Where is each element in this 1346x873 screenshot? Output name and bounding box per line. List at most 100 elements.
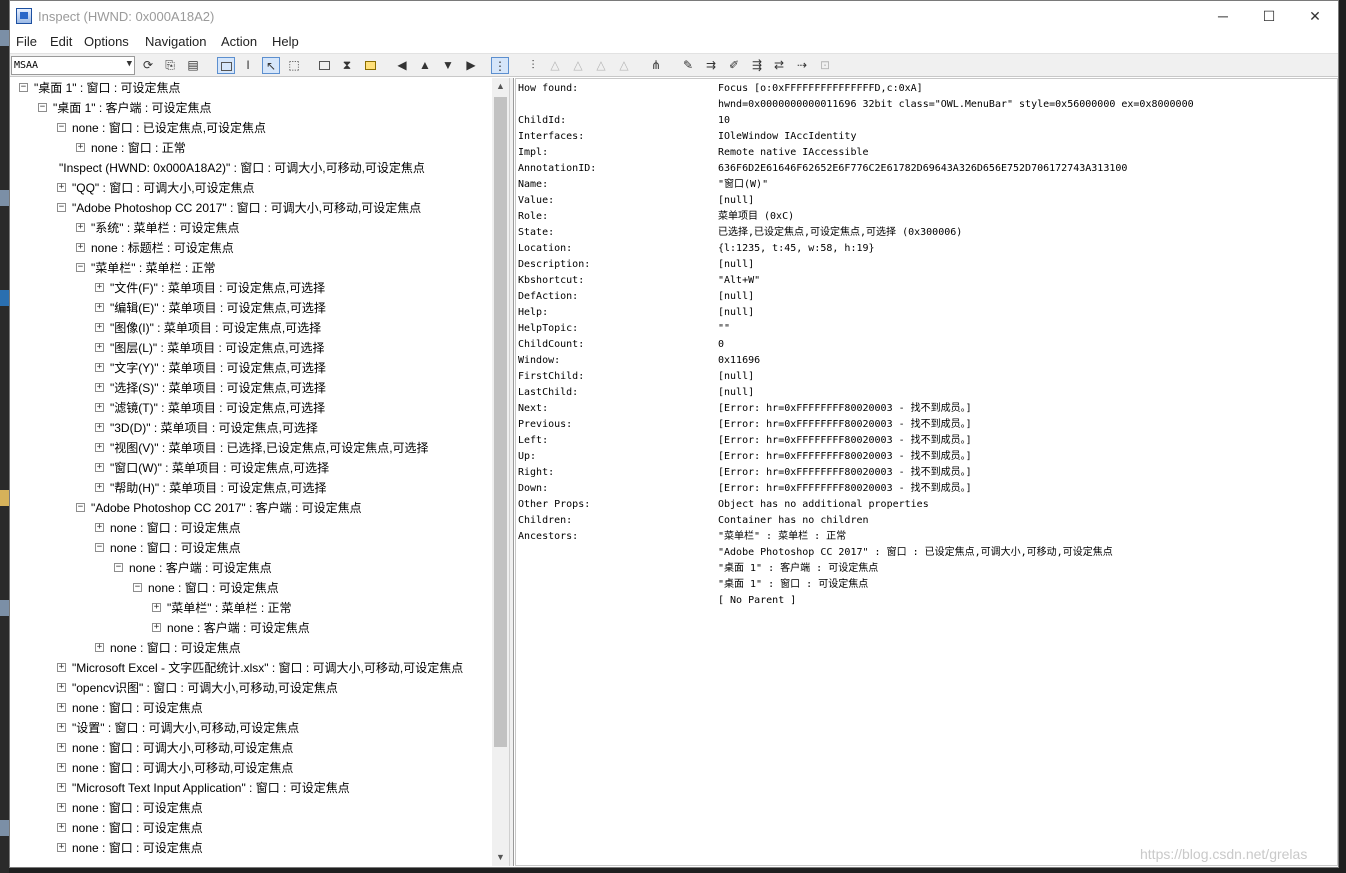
tree-pane[interactable]: − "桌面 1" : 窗口 : 可设定焦点 − "桌面 1" : 客户端 : 可设定焦… [11, 78, 509, 866]
expand-icon[interactable]: + [76, 243, 85, 253]
tree-node[interactable]: + "图像(I)" : 菜单项目 : 可设定焦点,可选择 [95, 318, 321, 338]
expand-icon[interactable]: + [95, 423, 104, 433]
tree-node[interactable]: − none : 窗口 : 可设定焦点 [133, 578, 279, 598]
navigate-right-icon[interactable]: ▶ [462, 57, 480, 74]
tree-node[interactable]: + none : 窗口 : 可设定焦点 [95, 518, 241, 538]
expand-icon[interactable]: + [57, 663, 66, 673]
tree-node[interactable]: + "3D(D)" : 菜单项目 : 可设定焦点,可选择 [95, 418, 318, 438]
expand-icon[interactable]: + [76, 223, 85, 233]
navigate-next-icon[interactable]: △ [592, 57, 610, 74]
collapse-icon[interactable]: − [57, 123, 66, 133]
expand-icon[interactable]: + [57, 803, 66, 813]
tree-node[interactable]: + "视图(V)" : 菜单项目 : 已选择,已设定焦点,可设定焦点,可选择 [95, 438, 429, 458]
tree-view-icon[interactable]: ⋮ [491, 57, 509, 74]
tree-node[interactable]: + "QQ" : 窗口 : 可调大小,可设定焦点 [57, 178, 255, 198]
tree-node[interactable]: + none : 窗口 : 可设定焦点 [57, 818, 203, 838]
tree-node[interactable]: + "选择(S)" : 菜单项目 : 可设定焦点,可选择 [95, 378, 326, 398]
expand-icon[interactable]: + [57, 703, 66, 713]
expand-icon[interactable]: + [95, 343, 104, 353]
remove-selection-icon[interactable]: ⇄ [770, 57, 788, 74]
tree-node[interactable]: + none : 窗口 : 可设定焦点 [95, 638, 241, 658]
title-bar[interactable]: Inspect (HWND: 0x000A18A2) ─ ☐ ✕ [10, 1, 1338, 32]
tree-node[interactable]: + "帮助(H)" : 菜单项目 : 可设定焦点,可选择 [95, 478, 327, 498]
tree-node[interactable]: − "菜单栏" : 菜单栏 : 正常 [76, 258, 216, 278]
tree-node[interactable]: + "文件(F)" : 菜单项目 : 可设定焦点,可选择 [95, 278, 325, 298]
mode-select[interactable]: MSAA ▼ [11, 56, 135, 75]
expand-icon[interactable]: + [57, 183, 66, 193]
tree-node[interactable]: + none : 窗口 : 可设定焦点 [57, 838, 203, 858]
toggle-selection-icon[interactable]: ⊡ [816, 57, 834, 74]
tree-node[interactable]: − none : 窗口 : 可设定焦点 [95, 538, 241, 558]
expand-icon[interactable]: + [95, 303, 104, 313]
set-focus-icon[interactable]: ✐ [725, 57, 743, 74]
watch-focus-icon[interactable] [217, 57, 235, 74]
navigate-first-child-icon[interactable]: △ [546, 57, 564, 74]
collapse-icon[interactable]: − [76, 503, 85, 513]
tree-node[interactable]: + "Microsoft Text Input Application" : 窗口… [57, 778, 350, 798]
show-tooltip-icon[interactable] [361, 57, 379, 74]
collapse-icon[interactable]: − [19, 83, 28, 93]
menu-navigation[interactable]: Navigation [145, 34, 206, 49]
show-highlight-icon[interactable]: ⬚ [285, 57, 303, 74]
scroll-down-icon[interactable]: ▼ [492, 849, 509, 866]
scrollbar-thumb[interactable] [494, 97, 507, 747]
properties-pane[interactable]: How found: Focus [o:0xFFFFFFFFFFFFFFFD,c:… [515, 78, 1338, 866]
tree-node[interactable]: + "系统" : 菜单栏 : 可设定焦点 [76, 218, 240, 238]
tree-node[interactable]: + none : 窗口 : 可调大小,可移动,可设定焦点 [57, 758, 293, 778]
tree-node[interactable]: + "窗口(W)" : 菜单项目 : 可设定焦点,可选择 [95, 458, 329, 478]
add-selection-icon[interactable]: ⇶ [748, 57, 766, 74]
navigate-left-icon[interactable]: ◀ [393, 57, 411, 74]
close-button[interactable]: ✕ [1292, 1, 1338, 31]
expand-icon[interactable]: + [57, 683, 66, 693]
collapse-icon[interactable]: − [114, 563, 123, 573]
tree-node[interactable]: + "设置" : 窗口 : 可调大小,可移动,可设定焦点 [57, 718, 299, 738]
tree-node[interactable]: + none : 窗口 : 可调大小,可移动,可设定焦点 [57, 738, 293, 758]
expand-icon[interactable]: + [95, 463, 104, 473]
collapse-icon[interactable]: − [57, 203, 66, 213]
tree-node[interactable]: + none : 客户端 : 可设定焦点 [152, 618, 310, 638]
expand-icon[interactable]: + [152, 603, 161, 613]
expand-icon[interactable]: + [95, 443, 104, 453]
tree-node[interactable]: + "opencv识图" : 窗口 : 可调大小,可移动,可设定焦点 [57, 678, 338, 698]
tree-node[interactable]: + none : 标题栏 : 可设定焦点 [76, 238, 234, 258]
menu-edit[interactable]: Edit [50, 34, 72, 49]
tree-node[interactable]: + none : 窗口 : 正常 [76, 138, 186, 158]
maximize-button[interactable]: ☐ [1246, 1, 1292, 31]
tree-node[interactable]: + "Microsoft Excel - 文字匹配统计.xlsx" : 窗口 : … [57, 658, 463, 678]
expand-icon[interactable]: + [95, 643, 104, 653]
expand-icon[interactable]: + [57, 723, 66, 733]
tree-node[interactable]: − none : 窗口 : 已设定焦点,可设定焦点 [57, 118, 266, 138]
tree-node[interactable]: + "菜单栏" : 菜单栏 : 正常 [152, 598, 292, 618]
expand-icon[interactable]: + [95, 523, 104, 533]
menu-options[interactable]: Options [84, 34, 129, 49]
pane-splitter[interactable] [509, 78, 514, 866]
refresh-icon[interactable]: ⟳ [139, 57, 157, 74]
tree-node[interactable]: "Inspect (HWND: 0x000A18A2)" : 窗口 : 可调大小… [57, 158, 425, 178]
expand-icon[interactable]: + [57, 763, 66, 773]
menu-file[interactable]: File [16, 34, 37, 49]
expand-icon[interactable]: + [95, 283, 104, 293]
copy-icon[interactable]: ⎘ [161, 57, 179, 74]
navigate-previous-icon[interactable]: △ [569, 57, 587, 74]
tree-node[interactable]: − "Adobe Photoshop CC 2017" : 客户端 : 可设定焦点 [76, 498, 362, 518]
watch-caret-icon[interactable]: I [239, 57, 257, 74]
collapse-icon[interactable]: − [95, 543, 104, 553]
scroll-up-icon[interactable]: ▲ [492, 78, 509, 95]
collapse-icon[interactable]: − [76, 263, 85, 273]
menu-help[interactable]: Help [272, 34, 299, 49]
show-rectangle-icon[interactable] [315, 57, 333, 74]
expand-icon[interactable]: + [95, 323, 104, 333]
expand-icon[interactable]: + [76, 143, 85, 153]
tree-node[interactable]: + none : 窗口 : 可设定焦点 [57, 698, 203, 718]
navigate-parent-icon[interactable]: ⫶ [524, 57, 542, 74]
expand-icon[interactable]: + [152, 623, 161, 633]
tree-node[interactable]: − "Adobe Photoshop CC 2017" : 窗口 : 可调大小,可… [57, 198, 421, 218]
properties-icon[interactable]: ▤ [184, 57, 202, 74]
collapse-icon[interactable]: − [38, 103, 47, 113]
navigate-down-icon[interactable]: ▼ [439, 57, 457, 74]
minimize-button[interactable]: ─ [1200, 1, 1246, 31]
expand-icon[interactable]: + [57, 823, 66, 833]
hierarchy-icon[interactable]: ⋔ [647, 57, 665, 74]
tree-node[interactable]: + "文字(Y)" : 菜单项目 : 可设定焦点,可选择 [95, 358, 326, 378]
expand-icon[interactable]: + [95, 483, 104, 493]
